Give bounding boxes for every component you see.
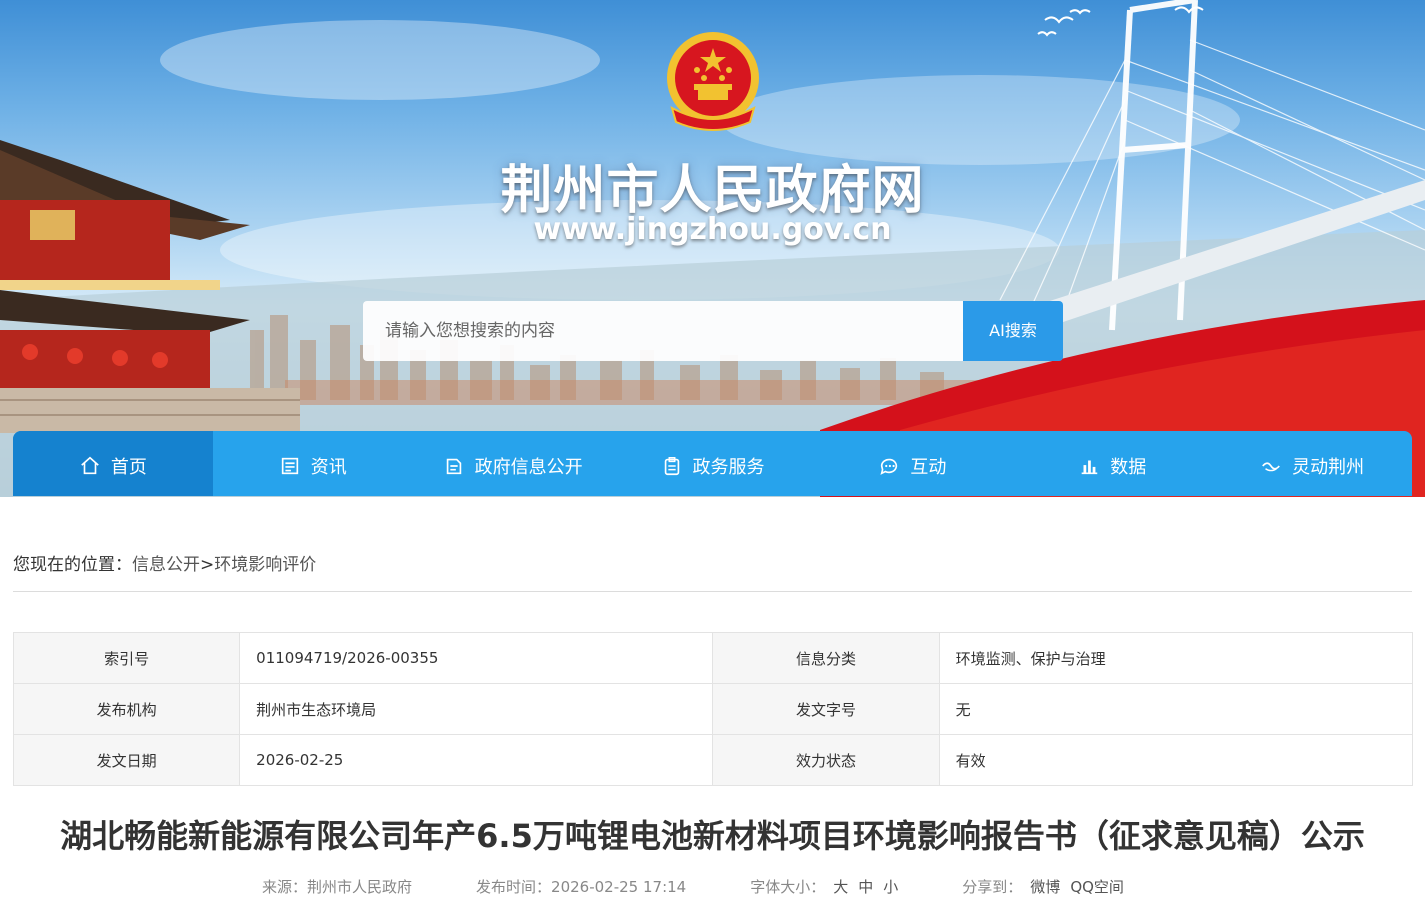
nav-item-data[interactable]: 数据 [1012,431,1212,496]
breadcrumb-link-eia[interactable]: 环境影响评价 [214,555,316,575]
chat-icon [880,458,898,475]
article-meta: 来源： 荆州市人民政府 发布时间： 2026-02-25 17:14 字体大小： 大… [262,876,1262,897]
nav-item-news[interactable]: 资讯 [213,431,413,496]
document-info-table: 索引号 011094719/2026-00355 信息分类 环境监测、保护与治理… [12,632,1414,786]
font-size-large-button[interactable]: 大 [833,876,848,897]
info-label: 索引号 [12,632,241,684]
meta-publish-time: 发布时间： 2026-02-25 17:14 [476,876,686,897]
ai-search-button[interactable]: AI搜索 [963,301,1063,361]
table-row: 发布机构 荆州市生态环境局 发文字号 无 [12,683,1414,735]
info-value: 011094719/2026-00355 [239,632,714,684]
info-value: 2026-02-25 [239,734,714,786]
nav-item-label: 灵动荆州 [1292,456,1365,478]
info-disclosure-icon [446,458,461,474]
info-label: 发文字号 [712,683,940,735]
article-title: 湖北畅能新能源有限公司年产6.5万吨锂电池新材料项目环境影响报告书（征求意见稿）… [60,817,1365,855]
table-row: 索引号 011094719/2026-00355 信息分类 环境监测、保护与治理 [12,632,1414,684]
nav-item-label: 首页 [110,456,147,478]
wave-icon [1262,461,1280,471]
nav-item-gov-services[interactable]: 政务服务 [613,431,813,496]
meta-publish-label: 发布时间： [476,878,552,896]
info-label: 发文日期 [12,734,241,786]
share-weibo-button[interactable]: 微博 [1030,876,1060,897]
meta-publish-value: 2026-02-25 17:14 [551,877,687,896]
home-icon [81,456,99,474]
nav-item-label: 互动 [910,456,947,478]
meta-source-value: 荆州市人民政府 [307,878,413,896]
search-input[interactable] [383,320,947,342]
search-box [363,301,963,361]
info-label: 信息分类 [712,632,940,684]
share-qzone-button[interactable]: QQ空间 [1070,876,1124,897]
meta-source: 来源： 荆州市人民政府 [262,876,412,897]
nav-item-info-disclosure[interactable]: 政府信息公开 [413,431,613,496]
meta-share-label: 分享到： [962,878,1023,896]
nav-item-lingdong-jingzhou[interactable]: 灵动荆州 [1212,431,1412,496]
nav-item-home[interactable]: 首页 [13,431,213,496]
breadcrumb-prefix: 您现在的位置： [13,555,132,575]
nav-item-interaction[interactable]: 互动 [812,431,1012,496]
info-label: 发布机构 [12,683,241,735]
info-label: 效力状态 [712,734,940,786]
breadcrumb-separator: > [200,555,215,575]
nav-item-label: 数据 [1110,456,1147,478]
nav-item-label: 资讯 [310,456,347,478]
main-nav: 首页 资讯 政府信息公开 政务服务 互动 数据 灵动荆州 [13,431,1412,496]
meta-font-size-label: 字体大小： [750,878,826,896]
site-url: www.jingzhou.gov.cn [533,212,892,247]
header-banner: 荆州市人民政府网 www.jingzhou.gov.cn AI搜索 [0,0,1425,497]
bar-chart-icon [1081,460,1098,474]
info-value: 环境监测、保护与治理 [938,632,1414,684]
meta-font-size: 字体大小： 大 中 小 [750,876,898,897]
meta-share: 分享到： 微博 QQ空间 [962,876,1124,897]
font-size-medium-button[interactable]: 中 [858,876,873,897]
clipboard-icon [664,456,679,475]
nav-item-label: 政府信息公开 [474,456,583,478]
news-icon [281,457,298,474]
divider [13,591,1412,592]
national-emblem-logo [667,32,759,131]
meta-source-label: 来源： [262,878,308,896]
font-size-small-button[interactable]: 小 [883,876,898,897]
breadcrumb: 您现在的位置：信息公开>环境影响评价 [13,550,316,575]
table-row: 发文日期 2026-02-25 效力状态 有效 [12,734,1414,786]
info-value: 荆州市生态环境局 [239,683,714,735]
breadcrumb-link-info-disclosure[interactable]: 信息公开 [132,555,200,575]
nav-item-label: 政务服务 [692,456,765,478]
info-value: 无 [938,683,1414,735]
info-value: 有效 [938,734,1414,786]
